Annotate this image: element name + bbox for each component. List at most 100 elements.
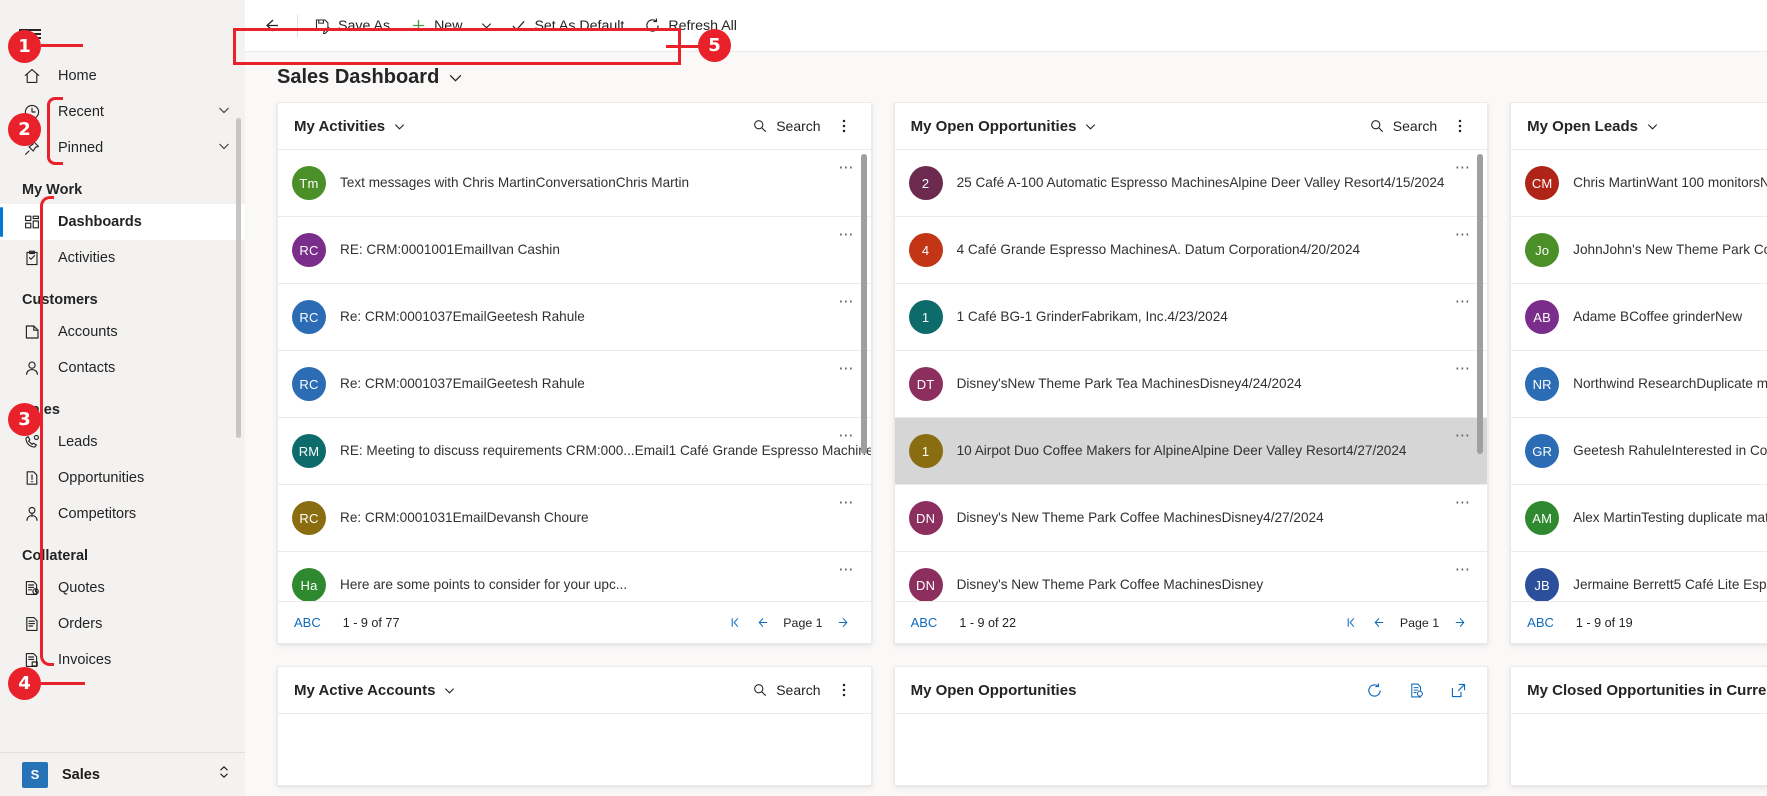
previous-page-button[interactable] — [749, 610, 775, 636]
list-item[interactable]: DN Disney's New Theme Park Coffee Machine… — [895, 552, 1488, 601]
list-item[interactable]: RC RE: CRM:0001001EmailIvan Cashin ⋯ — [278, 217, 871, 284]
chevron-down-icon[interactable] — [217, 103, 231, 121]
expand-icon[interactable] — [1447, 679, 1469, 701]
sidebar-scrollbar[interactable] — [236, 118, 241, 438]
list-item-more-icon[interactable]: ⋯ — [835, 485, 859, 511]
list-scrollbar[interactable] — [1477, 154, 1484, 454]
card-search-label: Search — [776, 682, 821, 698]
list-item[interactable]: RC Re: CRM:0001037EmailGeetesh Rahule ⋯ — [278, 284, 871, 351]
list-item[interactable]: 2 25 Café A-100 Automatic Espresso Machin… — [894, 150, 1488, 217]
new-chevron-down-icon[interactable] — [472, 7, 500, 45]
card-more-commands-icon[interactable] — [831, 677, 857, 703]
card-more-commands-icon[interactable] — [1447, 113, 1473, 139]
list-item[interactable]: AM Alex MartinTesting duplicate matching … — [1511, 485, 1767, 552]
sidebar-item-home[interactable]: Home — [0, 58, 245, 94]
next-page-button[interactable] — [1447, 610, 1473, 636]
sidebar-item-label: Quotes — [58, 580, 105, 596]
list-item[interactable]: NR Northwind ResearchDuplicate match lead… — [1511, 351, 1767, 418]
list-item[interactable]: CMChris MartinWant 100 monitorsNew⋯ — [1511, 150, 1767, 217]
chart-area[interactable] — [894, 713, 1488, 785]
list-item[interactable]: JB Jermaine Berrett5 Café Lite Espresso M… — [1511, 552, 1767, 601]
sidebar-item-label: Accounts — [58, 324, 118, 340]
first-page-button[interactable] — [723, 610, 749, 636]
list-item-more-icon[interactable]: ⋯ — [1451, 150, 1475, 176]
previous-page-button[interactable] — [1366, 610, 1392, 636]
card-title-chevron-down-icon[interactable] — [1646, 120, 1659, 133]
list-item-secondary: Duplicate match lead — [1696, 376, 1767, 391]
new-button[interactable]: New — [400, 7, 472, 45]
list-scrollbar[interactable] — [860, 154, 867, 454]
area-switcher[interactable]: S Sales — [0, 752, 245, 796]
list-item[interactable]: Ha Here are some points to consider for y… — [278, 552, 871, 601]
card-more-commands-icon[interactable] — [831, 113, 857, 139]
card-my-closed-opportunities-chart: My Closed Opportunities in Curre... — [1510, 666, 1767, 786]
alpha-index-button[interactable]: ABC — [1527, 615, 1554, 630]
list-item[interactable]: DN Disney's New Theme Park Coffee Machine… — [894, 485, 1488, 552]
sidebar-item-accounts[interactable]: Accounts — [0, 314, 245, 350]
next-page-button[interactable] — [831, 610, 857, 636]
list-item-more-icon[interactable]: ⋯ — [835, 351, 859, 377]
alpha-index-button[interactable]: ABC — [294, 615, 321, 630]
card-list[interactable]: CMChris MartinWant 100 monitorsNew⋯JoJoh… — [1511, 149, 1767, 601]
list-item[interactable]: ABAdame BCoffee grinderNew⋯ — [1511, 284, 1767, 351]
sidebar-item-leads[interactable]: Leads — [0, 424, 245, 460]
list-item-more-icon[interactable]: ⋯ — [1451, 284, 1475, 310]
list-item[interactable]: 4 4 Café Grande Espresso MachinesA. Datum… — [894, 217, 1488, 284]
card-title-chevron-down-icon[interactable] — [443, 684, 456, 697]
alpha-index-button[interactable]: ABC — [911, 615, 938, 630]
chevron-down-icon[interactable] — [217, 139, 231, 157]
card-list[interactable]: 2 25 Café A-100 Automatic Espresso Machin… — [894, 149, 1488, 601]
sidebar-item-pinned[interactable]: Pinned — [0, 130, 245, 166]
avatar: 1 — [908, 300, 943, 334]
page-title-chevron-down-icon[interactable] — [448, 70, 463, 85]
arrow-left-icon[interactable] — [251, 6, 291, 46]
list-item[interactable]: GR Geetesh RahuleInterested in Coffee Roa… — [1511, 418, 1767, 485]
chart-area[interactable] — [1511, 713, 1767, 785]
card-search-button[interactable]: Search — [752, 682, 821, 698]
avatar: RC — [292, 300, 326, 334]
refresh-icon[interactable] — [1363, 679, 1385, 701]
list-item-text: Text messages with Chris MartinConversat… — [340, 174, 835, 192]
list-item[interactable]: 1 10 Airpot Duo Coffee Makers for AlpineA… — [894, 418, 1488, 485]
list-item-more-icon[interactable]: ⋯ — [835, 150, 859, 176]
sidebar-item-invoices[interactable]: Invoices — [0, 642, 245, 678]
list-item[interactable]: 1 1 Café BG-1 GrinderFabrikam, Inc.4/23/2… — [894, 284, 1488, 351]
sidebar-item-contacts[interactable]: Contacts — [0, 350, 245, 386]
sidebar-item-recent[interactable]: Recent — [0, 94, 245, 130]
plus-icon — [410, 17, 427, 34]
list-item-more-icon[interactable]: ⋯ — [1451, 552, 1475, 578]
save-as-button[interactable]: Save As — [304, 7, 400, 45]
card-title-chevron-down-icon[interactable] — [1084, 120, 1097, 133]
sidebar-item-opportunities[interactable]: Opportunities — [0, 460, 245, 496]
list-item-more-icon[interactable]: ⋯ — [835, 284, 859, 310]
sidebar-item-quotes[interactable]: Quotes — [0, 570, 245, 606]
list-item-more-icon[interactable]: ⋯ — [1451, 485, 1475, 511]
sidebar-item-competitors[interactable]: Competitors — [0, 496, 245, 532]
refresh-all-button[interactable]: Refresh All — [634, 7, 747, 45]
dashboard-row-2: My Active Accounts Search My Open Opport… — [277, 666, 1767, 786]
list-item-more-icon[interactable]: ⋯ — [835, 552, 859, 578]
list-item-more-icon[interactable]: ⋯ — [1451, 418, 1475, 444]
list-item[interactable]: RM RE: Meeting to discuss requirements CR… — [278, 418, 871, 485]
set-as-default-button[interactable]: Set As Default — [500, 7, 634, 45]
list-item-more-icon[interactable]: ⋯ — [835, 217, 859, 243]
hamburger-icon[interactable] — [6, 10, 54, 58]
list-item-more-icon[interactable]: ⋯ — [1451, 217, 1475, 243]
first-page-button[interactable] — [1340, 610, 1366, 636]
card-list[interactable]: Tm Text messages with Chris MartinConvers… — [278, 149, 871, 601]
list-item[interactable]: RC Re: CRM:0001031EmailDevansh Choure ⋯ — [278, 485, 871, 552]
list-item-more-icon[interactable]: ⋯ — [1451, 351, 1475, 377]
card-search-button[interactable]: Search — [1369, 118, 1437, 134]
list-item[interactable]: RC Re: CRM:0001037EmailGeetesh Rahule ⋯ — [278, 351, 871, 418]
list-item[interactable]: Jo JohnJohn's New Theme Park Coffee Machi… — [1511, 217, 1767, 284]
list-item[interactable]: DT Disney'sNew Theme Park Tea MachinesDis… — [894, 351, 1488, 418]
card-list[interactable] — [278, 713, 871, 785]
list-item[interactable]: Tm Text messages with Chris MartinConvers… — [278, 150, 871, 217]
card-search-button[interactable]: Search — [752, 118, 821, 134]
sidebar-item-activities[interactable]: Activities — [0, 240, 245, 276]
sidebar-item-orders[interactable]: Orders — [0, 606, 245, 642]
card-title-chevron-down-icon[interactable] — [393, 120, 406, 133]
view-records-icon[interactable] — [1405, 679, 1427, 701]
sidebar-item-dashboards[interactable]: Dashboards — [0, 204, 245, 240]
list-item-more-icon[interactable]: ⋯ — [835, 418, 859, 444]
